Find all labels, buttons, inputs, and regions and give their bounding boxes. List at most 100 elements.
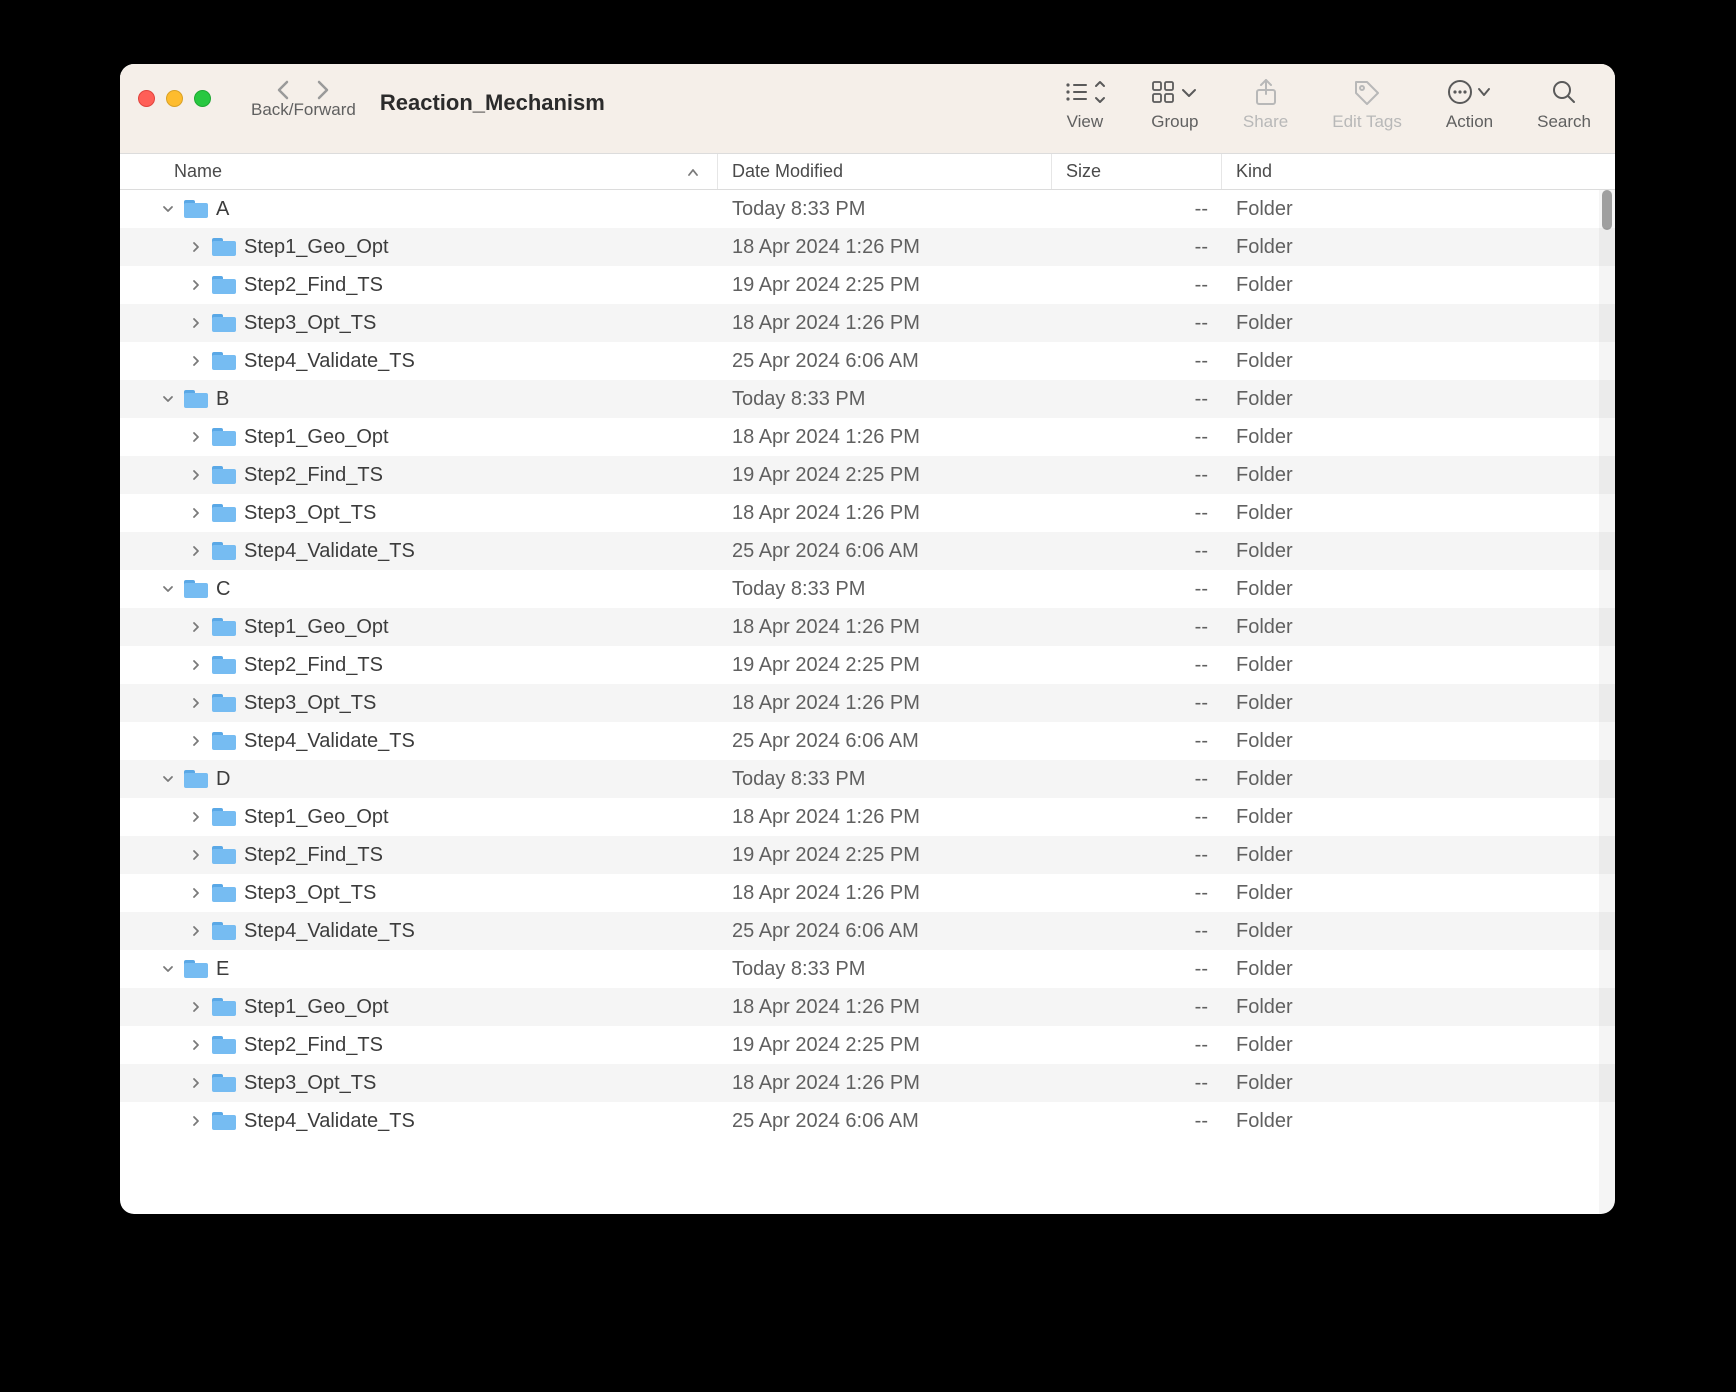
search-button[interactable]: Search — [1537, 76, 1591, 132]
chevron-down-icon[interactable] — [160, 961, 176, 977]
table-row[interactable]: Step2_Find_TS19 Apr 2024 2:25 PM--Folder — [120, 266, 1615, 304]
chevron-down-icon[interactable] — [160, 581, 176, 597]
chevron-right-icon[interactable] — [188, 429, 204, 445]
table-row[interactable]: Step4_Validate_TS25 Apr 2024 6:06 AM--Fo… — [120, 722, 1615, 760]
date-cell: 18 Apr 2024 1:26 PM — [718, 608, 1052, 646]
share-button[interactable]: Share — [1243, 76, 1288, 132]
table-row[interactable]: DToday 8:33 PM--Folder — [120, 760, 1615, 798]
kind-cell: Folder — [1222, 266, 1615, 304]
chevron-right-icon[interactable] — [188, 1037, 204, 1053]
table-row[interactable]: Step2_Find_TS19 Apr 2024 2:25 PM--Folder — [120, 836, 1615, 874]
view-button[interactable]: View — [1063, 76, 1107, 132]
close-window-button[interactable] — [138, 90, 155, 107]
group-button[interactable]: Group — [1151, 76, 1199, 132]
table-row[interactable]: AToday 8:33 PM--Folder — [120, 190, 1615, 228]
chevron-right-icon[interactable] — [188, 733, 204, 749]
chevron-down-icon[interactable] — [160, 201, 176, 217]
table-row[interactable]: Step1_Geo_Opt18 Apr 2024 1:26 PM--Folder — [120, 988, 1615, 1026]
table-row[interactable]: Step2_Find_TS19 Apr 2024 2:25 PM--Folder — [120, 456, 1615, 494]
table-row[interactable]: Step1_Geo_Opt18 Apr 2024 1:26 PM--Folder — [120, 798, 1615, 836]
folder-icon — [212, 998, 236, 1016]
table-row[interactable]: Step3_Opt_TS18 Apr 2024 1:26 PM--Folder — [120, 1064, 1615, 1102]
column-header-kind[interactable]: Kind — [1222, 154, 1615, 189]
chevron-right-icon[interactable] — [188, 353, 204, 369]
table-row[interactable]: Step4_Validate_TS25 Apr 2024 6:06 AM--Fo… — [120, 342, 1615, 380]
file-name: A — [216, 198, 229, 221]
table-row[interactable]: Step4_Validate_TS25 Apr 2024 6:06 AM--Fo… — [120, 912, 1615, 950]
name-cell: Step4_Validate_TS — [120, 912, 718, 950]
back-button[interactable] — [275, 80, 291, 100]
chevron-right-icon[interactable] — [188, 695, 204, 711]
date-cell: 19 Apr 2024 2:25 PM — [718, 456, 1052, 494]
size-cell: -- — [1052, 342, 1222, 380]
chevron-right-icon[interactable] — [188, 657, 204, 673]
file-name: Step3_Opt_TS — [244, 502, 376, 525]
chevron-right-icon[interactable] — [188, 467, 204, 483]
column-header-date[interactable]: Date Modified — [718, 154, 1052, 189]
size-cell: -- — [1052, 950, 1222, 988]
chevron-down-icon[interactable] — [160, 391, 176, 407]
date-cell: Today 8:33 PM — [718, 570, 1052, 608]
chevron-right-icon[interactable] — [188, 277, 204, 293]
file-list[interactable]: AToday 8:33 PM--FolderStep1_Geo_Opt18 Ap… — [120, 190, 1615, 1214]
column-header-size[interactable]: Size — [1052, 154, 1222, 189]
minimize-window-button[interactable] — [166, 90, 183, 107]
maximize-window-button[interactable] — [194, 90, 211, 107]
table-row[interactable]: Step3_Opt_TS18 Apr 2024 1:26 PM--Folder — [120, 304, 1615, 342]
kind-cell: Folder — [1222, 798, 1615, 836]
table-row[interactable]: Step4_Validate_TS25 Apr 2024 6:06 AM--Fo… — [120, 1102, 1615, 1140]
chevron-right-icon[interactable] — [188, 847, 204, 863]
chevron-right-icon[interactable] — [188, 923, 204, 939]
size-cell: -- — [1052, 722, 1222, 760]
kind-cell: Folder — [1222, 494, 1615, 532]
folder-icon — [212, 922, 236, 940]
file-name: Step1_Geo_Opt — [244, 236, 389, 259]
search-icon — [1551, 76, 1577, 108]
chevron-right-icon[interactable] — [188, 809, 204, 825]
size-cell: -- — [1052, 684, 1222, 722]
chevron-down-icon[interactable] — [160, 771, 176, 787]
file-name: D — [216, 768, 230, 791]
chevron-right-icon[interactable] — [188, 505, 204, 521]
table-row[interactable]: BToday 8:33 PM--Folder — [120, 380, 1615, 418]
table-row[interactable]: Step3_Opt_TS18 Apr 2024 1:26 PM--Folder — [120, 494, 1615, 532]
chevron-right-icon[interactable] — [188, 885, 204, 901]
table-row[interactable]: Step1_Geo_Opt18 Apr 2024 1:26 PM--Folder — [120, 418, 1615, 456]
folder-icon — [184, 580, 208, 598]
edit-tags-button[interactable]: Edit Tags — [1332, 76, 1402, 132]
table-row[interactable]: EToday 8:33 PM--Folder — [120, 950, 1615, 988]
name-cell: Step2_Find_TS — [120, 646, 718, 684]
table-row[interactable]: Step1_Geo_Opt18 Apr 2024 1:26 PM--Folder — [120, 608, 1615, 646]
name-cell: Step1_Geo_Opt — [120, 798, 718, 836]
table-row[interactable]: Step3_Opt_TS18 Apr 2024 1:26 PM--Folder — [120, 874, 1615, 912]
folder-icon — [212, 846, 236, 864]
chevron-right-icon[interactable] — [188, 1075, 204, 1091]
date-cell: 25 Apr 2024 6:06 AM — [718, 532, 1052, 570]
scrollbar-track[interactable] — [1599, 190, 1615, 1214]
file-name: Step3_Opt_TS — [244, 1072, 376, 1095]
action-button[interactable]: Action — [1446, 76, 1493, 132]
forward-button[interactable] — [315, 80, 331, 100]
chevron-right-icon[interactable] — [188, 999, 204, 1015]
table-row[interactable]: Step2_Find_TS19 Apr 2024 2:25 PM--Folder — [120, 646, 1615, 684]
folder-icon — [212, 808, 236, 826]
table-row[interactable]: Step4_Validate_TS25 Apr 2024 6:06 AM--Fo… — [120, 532, 1615, 570]
date-cell: 18 Apr 2024 1:26 PM — [718, 988, 1052, 1026]
chevron-right-icon[interactable] — [188, 619, 204, 635]
size-cell: -- — [1052, 380, 1222, 418]
column-header-date-label: Date Modified — [732, 161, 843, 182]
action-label: Action — [1446, 112, 1493, 132]
table-row[interactable]: Step3_Opt_TS18 Apr 2024 1:26 PM--Folder — [120, 684, 1615, 722]
chevron-right-icon[interactable] — [188, 315, 204, 331]
column-header-name[interactable]: Name — [120, 154, 718, 189]
kind-cell: Folder — [1222, 988, 1615, 1026]
kind-cell: Folder — [1222, 646, 1615, 684]
table-row[interactable]: Step2_Find_TS19 Apr 2024 2:25 PM--Folder — [120, 1026, 1615, 1064]
table-row[interactable]: Step1_Geo_Opt18 Apr 2024 1:26 PM--Folder — [120, 228, 1615, 266]
scrollbar-thumb[interactable] — [1602, 190, 1612, 230]
table-row[interactable]: CToday 8:33 PM--Folder — [120, 570, 1615, 608]
chevron-right-icon[interactable] — [188, 239, 204, 255]
chevron-right-icon[interactable] — [188, 543, 204, 559]
chevron-right-icon[interactable] — [188, 1113, 204, 1129]
size-cell: -- — [1052, 608, 1222, 646]
